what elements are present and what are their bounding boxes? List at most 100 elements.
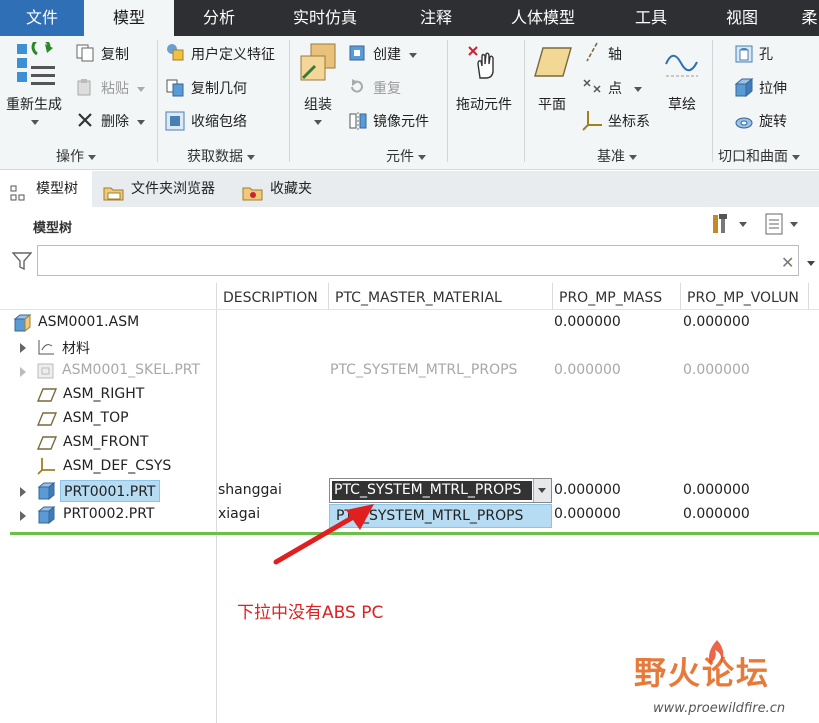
group-separator [157,40,158,162]
tab-file[interactable]: 文件 [0,0,84,36]
axis-button[interactable]: 轴 [608,44,622,64]
sketch-button[interactable]: 草绘 [668,94,696,114]
volume-value: 0.000000 [683,314,750,330]
copy-icon [76,44,94,66]
group-label-components[interactable]: 元件 [386,146,426,166]
tree-node-label[interactable]: ASM0001.ASM [38,314,139,330]
paste-icon [76,78,94,100]
point-icon [582,78,602,100]
volume-value: 0.000000 [683,362,750,378]
insert-indicator-line [10,532,819,535]
repeat-button[interactable]: 重复 [373,78,401,98]
group-label-get-data[interactable]: 获取数据 [187,146,255,166]
group-label-operations[interactable]: 操作 [56,146,96,166]
shrinkwrap-button[interactable]: 收缩包络 [191,111,247,131]
tree-node-label-selected[interactable]: PRT0001.PRT [60,480,160,502]
column-divider [808,283,809,309]
tree-node-label[interactable]: ASM_DEF_CSYS [63,458,171,474]
column-header-description[interactable]: DESCRIPTION [223,290,318,306]
part-icon [37,481,57,504]
skeleton-part-icon [36,362,56,384]
expand-arrow-icon[interactable] [20,487,26,497]
shrinkwrap-icon [165,111,185,135]
mirror-component-button[interactable]: 镜像元件 [373,111,429,131]
group-label-cut-surface[interactable]: 切口和曲面 [718,146,800,166]
hole-button[interactable]: 孔 [759,44,773,64]
tree-node-label[interactable]: ASM0001_SKEL.PRT [62,362,200,378]
column-header-material[interactable]: PTC_MASTER_MATERIAL [335,290,502,306]
expand-arrow-icon[interactable] [20,343,26,353]
settings-tools-icon[interactable] [711,212,751,240]
combobox-dropdown-button[interactable] [533,479,551,502]
assemble-dropdown[interactable] [314,114,322,130]
coordinate-system-icon [37,456,57,480]
user-defined-feature-button[interactable]: 用户定义特征 [191,44,275,64]
mirror-component-icon [348,111,368,135]
datum-plane-icon [36,388,58,406]
regenerate-icon [15,37,59,90]
material-value: PTC_SYSTEM_MTRL_PROPS [330,362,518,378]
navigator-tabs: 模型树 文件夹浏览器 收藏夹 [0,171,819,207]
group-separator [524,40,525,162]
create-button[interactable]: 创建 [373,44,417,64]
plane-button[interactable]: 平面 [538,94,566,114]
red-arrow-icon [273,504,374,565]
materials-icon [36,338,56,360]
tab-manikin[interactable]: 人体模型 [494,0,592,36]
group-separator [447,40,448,162]
sketch-icon [664,46,700,84]
repeat-icon [348,78,366,100]
mass-value: 0.000000 [554,314,621,330]
tab-live-simulation[interactable]: 实时仿真 [270,0,380,36]
tree-node-label[interactable]: ASM_FRONT [63,434,148,450]
clear-filter-icon[interactable]: ✕ [781,253,794,272]
tab-annotate[interactable]: 注释 [398,0,474,36]
tree-node-label[interactable]: PRT0002.PRT [63,506,155,522]
drag-components-button[interactable]: 拖动元件 [456,94,512,114]
tab-model[interactable]: 模型 [84,0,174,36]
tree-node-label[interactable]: ASM_RIGHT [63,386,144,402]
coordinate-system-icon [582,109,604,135]
column-divider [552,283,553,309]
tab-flexible[interactable]: 柔 [800,0,819,36]
tab-analysis[interactable]: 分析 [174,0,264,36]
volume-value: 0.000000 [683,482,750,498]
tab-favorites[interactable]: 收藏夹 [238,171,328,207]
column-header-volume[interactable]: PRO_MP_VOLUN [687,290,807,306]
annotation-text: 下拉中没有ABS PC [237,603,384,623]
delete-button[interactable]: 删除 [101,111,145,131]
tab-model-tree[interactable]: 模型树 [0,171,92,207]
tab-folder-browser[interactable]: 文件夹浏览器 [97,171,232,207]
coordinate-system-button[interactable]: 坐标系 [608,111,650,131]
copy-geometry-button[interactable]: 复制几何 [191,78,247,98]
mass-value: 0.000000 [554,482,621,498]
tree-filter-input[interactable] [37,245,799,276]
revolve-button[interactable]: 旋转 [759,111,787,131]
tree-node-label[interactable]: 材料 [62,338,90,358]
material-combobox-value: PTC_SYSTEM_MTRL_PROPS [332,481,532,500]
description-value: shanggai [218,482,282,498]
tab-tools[interactable]: 工具 [612,0,690,36]
assemble-button[interactable]: 组装 [304,94,332,114]
mass-value: 0.000000 [554,506,621,522]
axis-icon [584,42,600,66]
column-divider [680,283,681,309]
regenerate-dropdown[interactable] [31,114,39,130]
show-options-icon[interactable] [764,212,804,240]
expand-arrow-icon[interactable] [20,511,26,521]
extrude-button[interactable]: 拉伸 [759,78,787,98]
filter-dropdown-icon[interactable] [807,255,815,271]
paste-button[interactable]: 粘贴 [101,78,145,98]
tree-node-label[interactable]: ASM_TOP [63,410,129,426]
copy-button[interactable]: 复制 [101,44,129,64]
plane-icon [533,46,573,82]
expand-arrow-icon[interactable] [20,367,26,377]
filter-icon[interactable] [11,251,33,275]
tab-view[interactable]: 视图 [702,0,782,36]
delete-icon [76,111,94,133]
model-tree-icon [9,180,27,216]
group-label-datum[interactable]: 基准 [597,146,637,166]
point-button[interactable]: 点 [608,78,642,98]
regenerate-button[interactable]: 重新生成 [6,94,62,114]
column-header-mass[interactable]: PRO_MP_MASS [559,290,662,306]
